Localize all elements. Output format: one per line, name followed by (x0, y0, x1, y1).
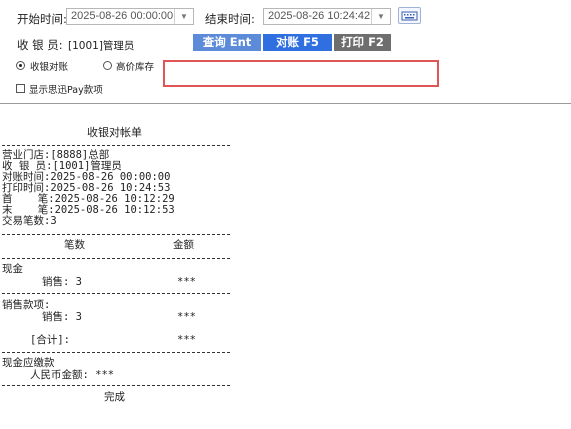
end-time-value: 2025-08-26 10:24:42 (268, 10, 371, 22)
sales-items-section: 销售款项: (2, 299, 51, 311)
rmb-amount: 人民币金额: *** (30, 369, 115, 381)
total-label: [合计]: (30, 334, 70, 346)
radio-stock[interactable] (103, 61, 112, 70)
radio-stock-label: 高价库存 (116, 62, 155, 73)
start-time-label: 开始时间: (17, 12, 67, 26)
receipt-divider (2, 385, 230, 386)
radio-reconcile[interactable] (16, 61, 25, 70)
items-sales-amount: *** (177, 311, 196, 323)
keyboard-icon[interactable] (398, 7, 421, 24)
print-button[interactable]: 打印 F2 (334, 34, 391, 51)
receipt-divider (2, 352, 230, 353)
toolbar-divider (0, 103, 571, 104)
start-time-value: 2025-08-26 00:00:00 (71, 10, 174, 22)
reconcile-button[interactable]: 对账 F5 (263, 34, 332, 51)
cash-sales-amount: *** (177, 276, 196, 288)
cash-sales: 销售: 3 (42, 276, 82, 288)
cash-section: 现金 (2, 263, 23, 275)
receipt-divider (2, 258, 230, 259)
start-time-field[interactable]: 2025-08-26 00:00:00 ▼ (66, 8, 194, 25)
query-button[interactable]: 查询 Ent (193, 34, 261, 51)
col-count-header: 笔数 (64, 239, 85, 251)
cash-due-section: 现金应缴款 (2, 357, 55, 369)
calendar-dropdown-icon[interactable]: ▼ (174, 9, 193, 24)
end-time-label: 结束时间: (205, 12, 255, 26)
col-amount-header: 金额 (173, 239, 194, 251)
cashier-label: 收 银 员: (17, 38, 63, 52)
receipt-divider (2, 234, 230, 235)
show-pay-checkbox[interactable] (16, 84, 25, 93)
receipt-done: 完成 (104, 391, 125, 403)
receipt-title: 收银对帐单 (87, 126, 142, 139)
total-amount: *** (177, 334, 196, 346)
radio-reconcile-label: 收银对账 (30, 62, 69, 73)
highlighted-input-box[interactable] (163, 60, 439, 87)
receipt-divider (2, 145, 230, 146)
receipt-divider (2, 293, 230, 294)
calendar-dropdown-icon[interactable]: ▼ (371, 9, 390, 24)
end-time-field[interactable]: 2025-08-26 10:24:42 ▼ (263, 8, 391, 25)
items-sales: 销售: 3 (42, 311, 82, 323)
receipt-count: 交易笔数:3 (2, 215, 57, 227)
cashier-value: [1001]管理员 (68, 40, 135, 52)
show-pay-label: 显示思迅Pay款项 (29, 85, 103, 96)
